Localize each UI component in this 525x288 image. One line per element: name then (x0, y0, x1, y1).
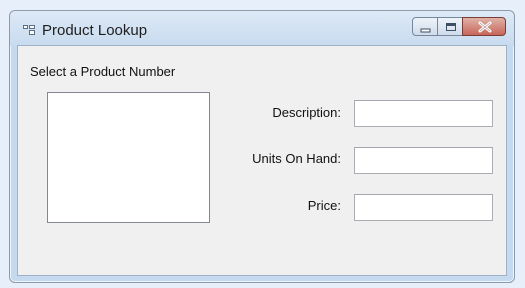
desktop: Product Lookup Select a Product Number D… (0, 0, 525, 288)
window-title: Product Lookup (42, 22, 148, 39)
caption-buttons (412, 17, 506, 37)
minimize-icon (420, 28, 431, 33)
title-bar[interactable]: Product Lookup (10, 11, 514, 46)
price-field[interactable] (354, 194, 493, 221)
close-button[interactable] (462, 17, 506, 36)
product-number-listbox[interactable] (47, 92, 210, 223)
maximize-button[interactable] (437, 17, 463, 36)
form-icon (23, 25, 35, 35)
price-label: Price: (307, 198, 341, 213)
minimize-button[interactable] (412, 17, 438, 36)
description-label: Description: (272, 105, 341, 120)
units-on-hand-field[interactable] (354, 147, 493, 174)
description-field[interactable] (354, 100, 493, 127)
units-on-hand-label: Units On Hand: (252, 151, 341, 166)
maximize-icon (446, 23, 456, 31)
product-list-label: Select a Product Number (30, 64, 176, 79)
close-icon (478, 21, 492, 33)
